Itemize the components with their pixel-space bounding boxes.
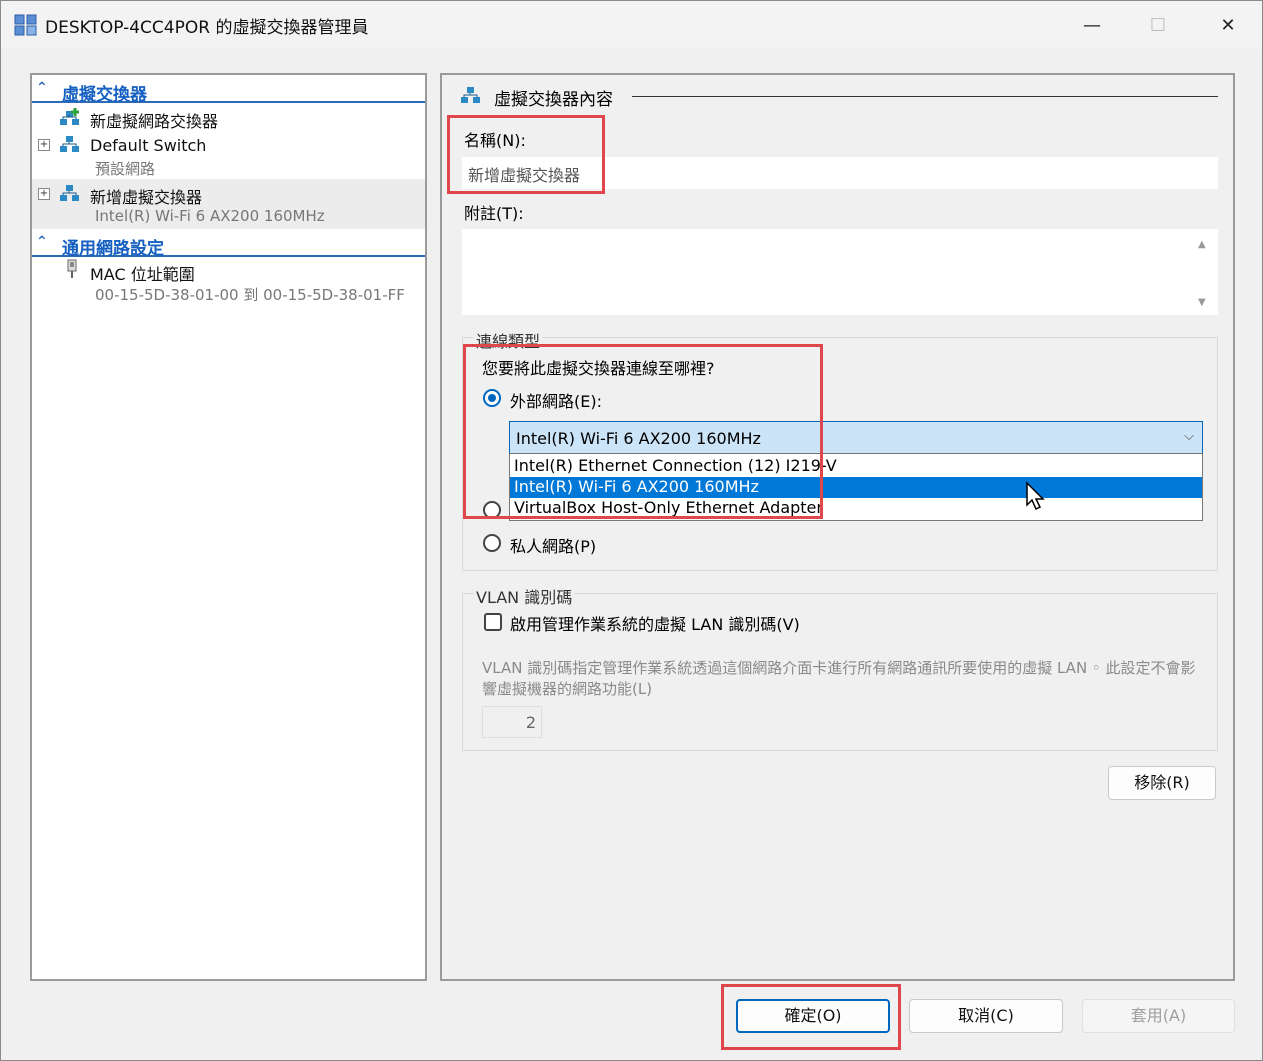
section-title: 虛擬交換器	[62, 85, 147, 105]
virtual-switch-manager-icon	[14, 14, 37, 36]
tree-item-label: Default Switch	[90, 136, 207, 155]
network-adapter-icon	[67, 259, 77, 278]
cancel-button[interactable]: 取消(C)	[909, 999, 1063, 1033]
new-network-switch-icon	[60, 108, 79, 125]
tree-item-sublabel: 00-15-5D-38-01-00 到 00-15-5D-38-01-FF	[95, 286, 405, 304]
tree-item-added-switch[interactable]: + 新增虛擬交換器 Intel(R) Wi-Fi 6 AX200 160MHz	[32, 179, 425, 229]
section-divider	[632, 96, 1218, 97]
expand-icon[interactable]: +	[38, 139, 50, 151]
highlight-box-name	[447, 115, 605, 194]
section-title: 通用網路設定	[62, 239, 164, 259]
properties-pane: 虛擬交換器內容 名稱(N): 新增虛擬交換器 附註(T): ▲ ▼ 連線類型 您…	[440, 73, 1235, 981]
network-switch-icon	[461, 87, 480, 103]
tree-item-sublabel: Intel(R) Wi-Fi 6 AX200 160MHz	[95, 207, 325, 225]
private-network-label[interactable]: 私人網路(P)	[510, 533, 596, 557]
scroll-down-arrow-icon[interactable]: ▼	[1198, 297, 1206, 308]
tree-item-mac-range[interactable]: MAC 位址範圍 00-15-5D-38-01-00 到 00-15-5D-38…	[32, 257, 425, 307]
maximize-button: ☐	[1149, 14, 1167, 36]
tree-item-default-switch[interactable]: + Default Switch 預設網路	[32, 131, 425, 179]
highlight-box-connection	[463, 344, 823, 519]
tree-item-sublabel: 預設網路	[95, 160, 156, 178]
highlight-box-ok	[721, 984, 901, 1050]
tree-item-new-switch[interactable]: 新虛擬網路交換器	[32, 105, 425, 131]
dialog-window: DESKTOP-4CC4POR 的虛擬交換器管理員 — ☐ ✕ ⌃ 虛擬交換器 …	[0, 0, 1263, 1061]
section-header-global-network-settings[interactable]: ⌃ 通用網路設定	[32, 231, 425, 259]
close-button[interactable]: ✕	[1198, 1, 1258, 49]
network-switch-icon	[60, 185, 79, 201]
minimize-button[interactable]: —	[1062, 1, 1122, 49]
notes-textarea[interactable]	[462, 229, 1218, 315]
apply-button: 套用(A)	[1082, 999, 1235, 1033]
title-bar[interactable]: DESKTOP-4CC4POR 的虛擬交換器管理員 — ☐ ✕	[1, 1, 1262, 49]
tree-item-label: MAC 位址範圍	[90, 265, 195, 284]
scroll-up-arrow-icon[interactable]: ▲	[1198, 239, 1206, 250]
window-title: DESKTOP-4CC4POR 的虛擬交換器管理員	[45, 18, 369, 38]
tree-item-label: 新增虛擬交換器	[90, 188, 203, 207]
vlan-description: VLAN 識別碼指定管理作業系統透過這個網路介面卡進行所有網路通訊所要使用的虛擬…	[482, 659, 1196, 698]
network-switch-icon	[60, 136, 79, 152]
chevron-down-icon[interactable]: ⌵	[1184, 429, 1194, 444]
properties-section-title: 虛擬交換器內容	[494, 90, 613, 110]
vlan-group-title: VLAN 識別碼	[474, 584, 575, 608]
vlan-enable-checkbox[interactable]	[484, 613, 502, 631]
collapse-chevron-icon[interactable]: ⌃	[36, 234, 48, 250]
navigation-pane: ⌃ 虛擬交換器 新虛擬網路交換器 + Default Switch 預設網路 +…	[30, 73, 427, 981]
private-network-radio[interactable]	[483, 534, 501, 552]
collapse-chevron-icon[interactable]: ⌃	[36, 80, 48, 96]
vlan-id-input: 2	[482, 706, 542, 738]
notes-label: 附註(T):	[464, 204, 524, 223]
mouse-cursor-icon	[1026, 481, 1045, 511]
section-header-virtual-switches[interactable]: ⌃ 虛擬交換器	[32, 77, 425, 105]
vlan-enable-label[interactable]: 啟用管理作業系統的虛擬 LAN 識別碼(V)	[510, 611, 800, 635]
remove-button[interactable]: 移除(R)	[1108, 766, 1216, 800]
expand-icon[interactable]: +	[38, 188, 50, 200]
tree-item-label: 新虛擬網路交換器	[90, 112, 219, 131]
